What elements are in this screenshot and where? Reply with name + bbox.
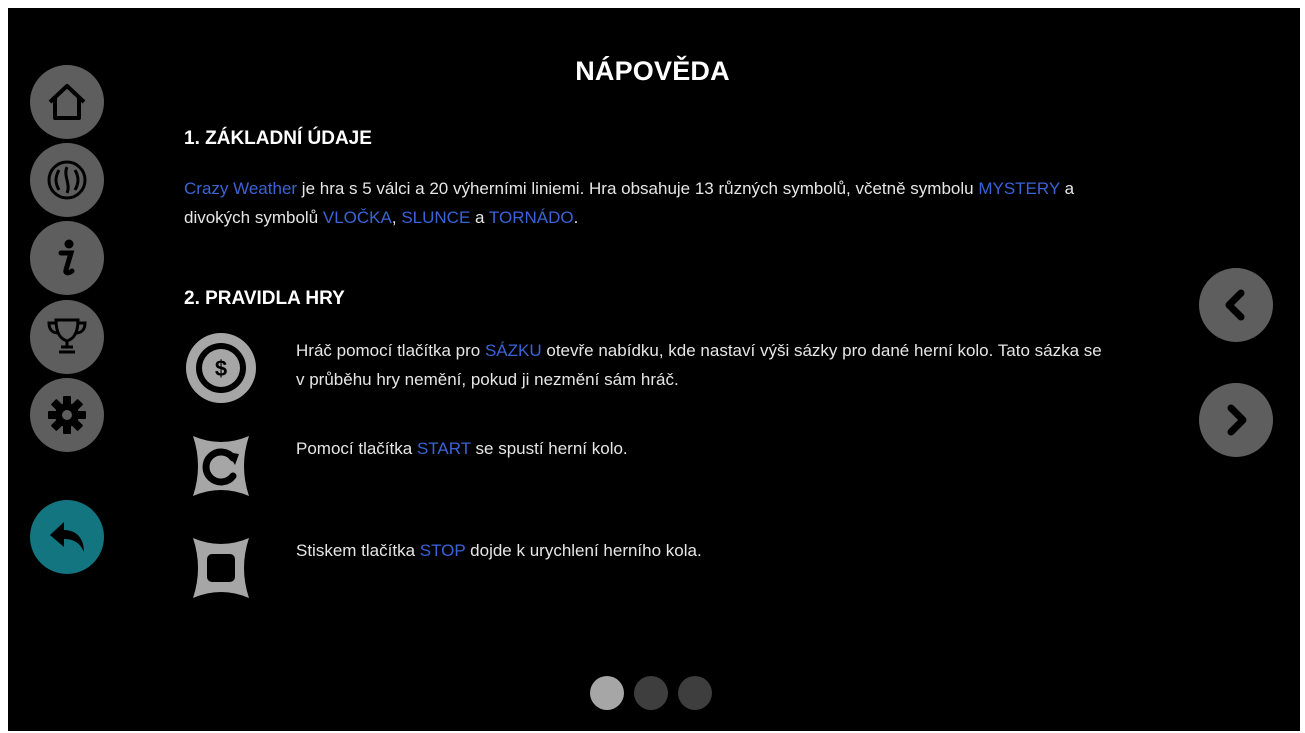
chevron-right-icon: [1227, 404, 1247, 436]
trophy-button[interactable]: [30, 300, 104, 374]
page-title: NÁPOVĚDA: [575, 56, 730, 86]
page-dot-1[interactable]: [590, 676, 624, 710]
spin-icon: [193, 436, 249, 496]
vlocka-link: VLOČKA: [322, 208, 392, 227]
chevron-left-icon: [1225, 289, 1245, 321]
back-button[interactable]: [30, 500, 104, 574]
page-dot-3[interactable]: [678, 676, 712, 710]
trophy-icon: [47, 318, 87, 354]
settings-button[interactable]: [30, 378, 104, 452]
svg-text:$: $: [215, 356, 227, 381]
tornado-link: TORNÁDO: [488, 208, 574, 227]
info-button[interactable]: [30, 221, 104, 295]
start-link: START: [416, 439, 471, 458]
basics-paragraph: Crazy Weather je hra s 5 válci a 20 výhe…: [184, 179, 1075, 227]
page-indicator: [590, 676, 712, 710]
rule-stop-text: Stiskem tlačítka STOP dojde k urychlení …: [296, 541, 702, 560]
slunce-link: SLUNCE: [401, 208, 471, 227]
rule-bet-text: Hráč pomocí tlačítka pro SÁZKU otevře na…: [296, 341, 1102, 389]
page-dot-2[interactable]: [634, 676, 668, 710]
next-page-button[interactable]: [1199, 383, 1273, 457]
gear-icon: [48, 396, 86, 434]
stop-icon: [193, 538, 249, 598]
stop-link: STOP: [419, 541, 466, 560]
section-heading-rules: 2. PRAVIDLA HRY: [184, 288, 345, 309]
back-arrow-icon: [50, 522, 84, 552]
bet-link: SÁZKU: [484, 341, 542, 360]
mystery-link: MYSTERY: [978, 179, 1060, 198]
coin-icon: $: [186, 333, 256, 403]
game-name-link: Crazy Weather: [184, 179, 298, 198]
section-heading-basics: 1. ZÁKLADNÍ ÚDAJE: [184, 128, 372, 149]
info-icon: [58, 239, 75, 276]
reels-icon: [47, 160, 87, 200]
paytable-button[interactable]: [30, 143, 104, 217]
previous-page-button[interactable]: [1199, 268, 1273, 342]
rule-start-text: Pomocí tlačítka START se spustí herní ko…: [296, 439, 628, 458]
